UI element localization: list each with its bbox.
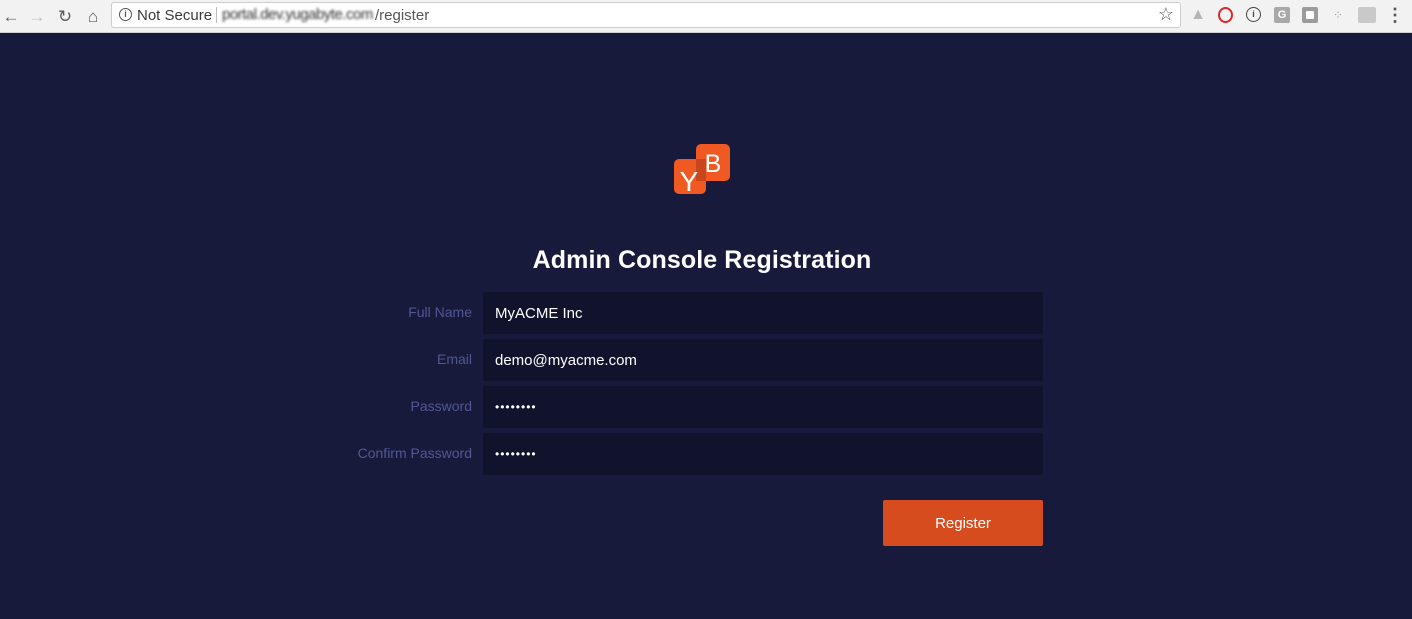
reload-icon[interactable]: ↻ [54,5,76,27]
home-icon[interactable]: ⌂ [82,5,104,27]
register-button[interactable]: Register [883,500,1043,546]
security-label[interactable]: Not Secure [137,7,212,24]
page-title: Admin Console Registration [532,246,872,274]
registration-page: B Y Admin Console Registration Full Name… [0,33,1412,619]
opera-extension-icon[interactable] [1218,7,1233,23]
full-name-input[interactable] [483,292,1043,334]
grammar-extension-icon[interactable]: G [1274,7,1290,23]
info-icon[interactable]: i [119,8,132,21]
address-bar[interactable]: i Not Secure portal.dev.yugabyte.com /re… [111,2,1181,28]
confirm-password-input[interactable] [483,433,1043,475]
password-input[interactable] [483,386,1043,428]
note-extension-icon[interactable] [1302,7,1318,23]
password-manager-icon[interactable]: i [1246,7,1261,22]
gray-extension-icon[interactable] [1358,7,1376,23]
forward-arrow-icon[interactable]: → [26,5,48,27]
browser-toolbar: ← → ↻ ⌂ i Not Secure portal.dev.yugabyte… [0,0,1412,33]
address-separator [216,7,217,23]
bookmark-star-icon[interactable]: ☆ [1158,5,1174,23]
drive-extension-icon[interactable]: ▲ [1190,7,1206,23]
dots-extension-icon[interactable]: ⁘ [1330,7,1346,23]
logo-letter-y: Y [680,166,699,196]
email-label: Email [436,351,472,367]
back-arrow-icon[interactable]: ← [0,5,22,27]
yb-logo-icon: B Y [674,144,730,196]
full-name-label: Full Name [408,304,472,320]
password-label: Password [410,398,472,414]
url-path[interactable]: /register [375,7,429,24]
url-host[interactable]: portal.dev.yugabyte.com [222,6,373,23]
confirm-password-label: Confirm Password [357,445,472,461]
browser-menu-icon[interactable]: ⋮ [1386,6,1404,26]
email-input[interactable] [483,339,1043,381]
logo-letter-b: B [705,150,722,178]
